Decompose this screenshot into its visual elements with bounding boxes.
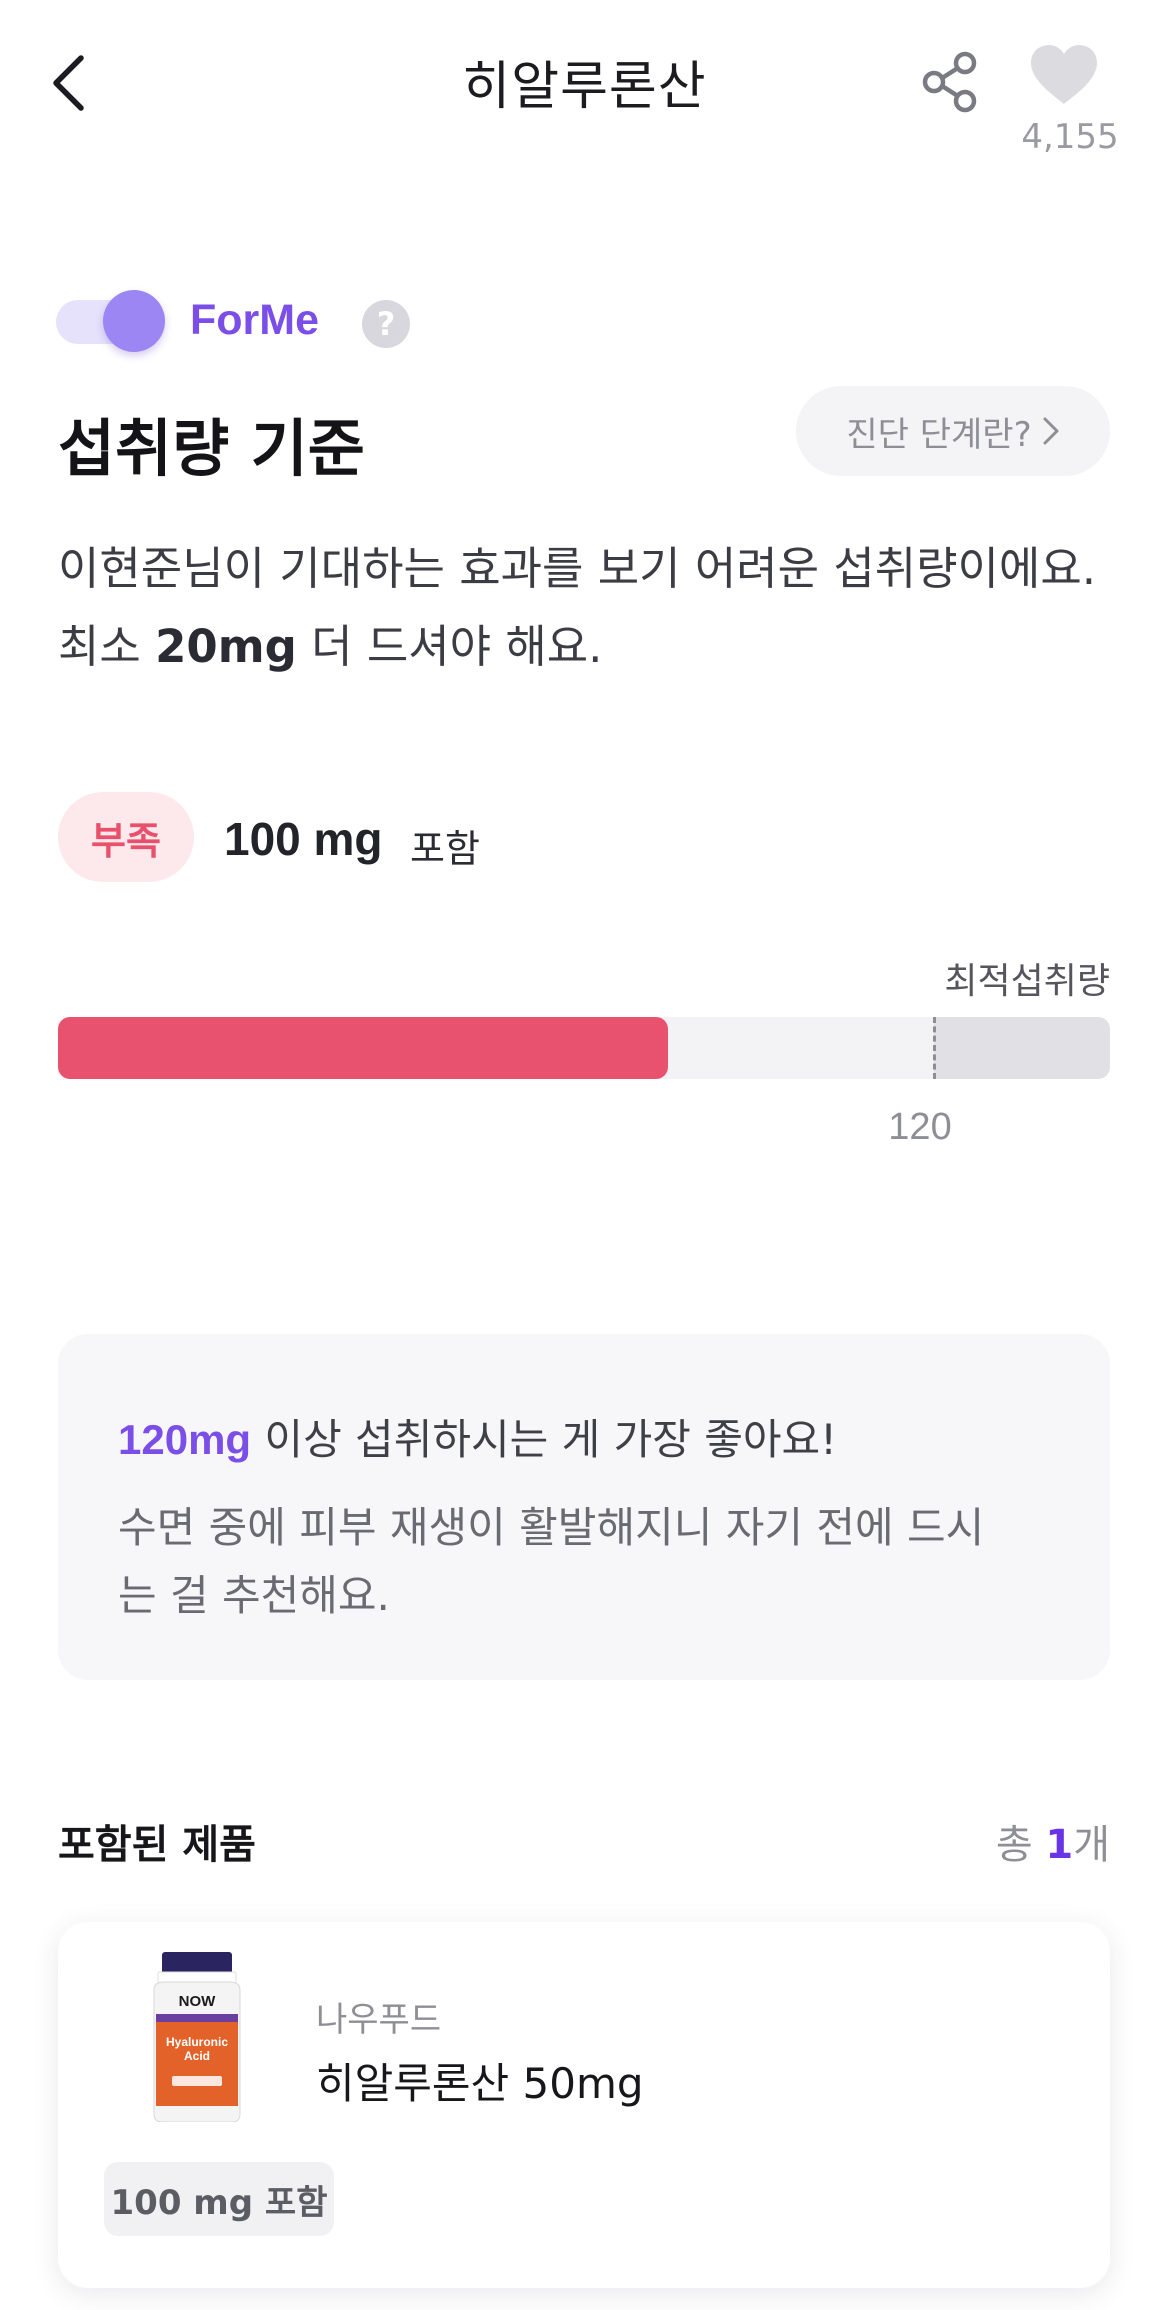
products-count-prefix: 총 [995,1822,1046,1868]
product-name[interactable]: 히알루론산 50mg [316,2050,644,2111]
section-title: 섭취량 기준 [58,412,365,485]
forme-toggle-knob[interactable] [103,290,165,352]
products-title: 포함된 제품 [58,1822,256,1868]
optimal-marker-value: 120 [888,1106,952,1148]
like-button[interactable] [1026,40,1102,110]
chevron-right-icon [1043,417,1059,445]
diagnosis-stage-label: 진단 단계란? [846,414,1032,455]
products-count-suffix: 개 [1073,1822,1110,1868]
optimal-intake-label: 최적섭취량 [944,961,1110,1002]
bottle-brand-text: NOW [179,1993,217,2010]
help-icon[interactable]: ? [362,300,410,348]
recommendation-accent: 120mg [118,1416,252,1463]
diagnosis-stage-button[interactable]: 진단 단계란? [796,386,1110,476]
page-title: 히알루론산 [462,57,707,117]
intake-amount-suffix: 포함 [410,827,480,871]
recommendation-detail: 수면 중에 피부 재생이 활발해지니 자기 전에 드시는 걸 추천해요. [118,1503,985,1620]
status-badge: 부족 [58,792,194,882]
bottle-label-line2: Acid [184,2049,210,2063]
optimal-range-segment [934,1017,1110,1079]
recommendation-headline-text: 이상 섭취하시는 게 가장 좋아요! [251,1415,837,1464]
optimal-marker [933,1017,936,1079]
heart-icon [1031,45,1097,104]
share-button[interactable] [914,46,986,118]
product-image: NOW Hyaluronic Acid [148,1952,246,2123]
product-amount-tag: 100 mg 포함 [104,2162,334,2236]
product-brand: 나우푸드 [316,2000,442,2040]
forme-label: ForMe [190,296,319,344]
products-count-number: 1 [1045,1822,1074,1868]
like-count: 4,155 [1021,117,1119,157]
description-suffix: 더 드셔야 해요. [296,620,603,673]
intake-amount: 100 mg [224,813,383,865]
recommendation-headline: 120mg 이상 섭취하시는 게 가장 좋아요! [118,1406,837,1467]
products-count: 총 1개 [960,1812,1110,1870]
intake-description: 이현준님이 기대하는 효과를 보기 어려운 섭취량이에요. 최소 20mg 더 … [58,530,1118,686]
share-icon [922,51,977,113]
description-highlight: 20mg [155,620,297,673]
bottle-label-line1: Hyaluronic [166,2035,228,2049]
intake-bar-fill [58,1017,668,1079]
